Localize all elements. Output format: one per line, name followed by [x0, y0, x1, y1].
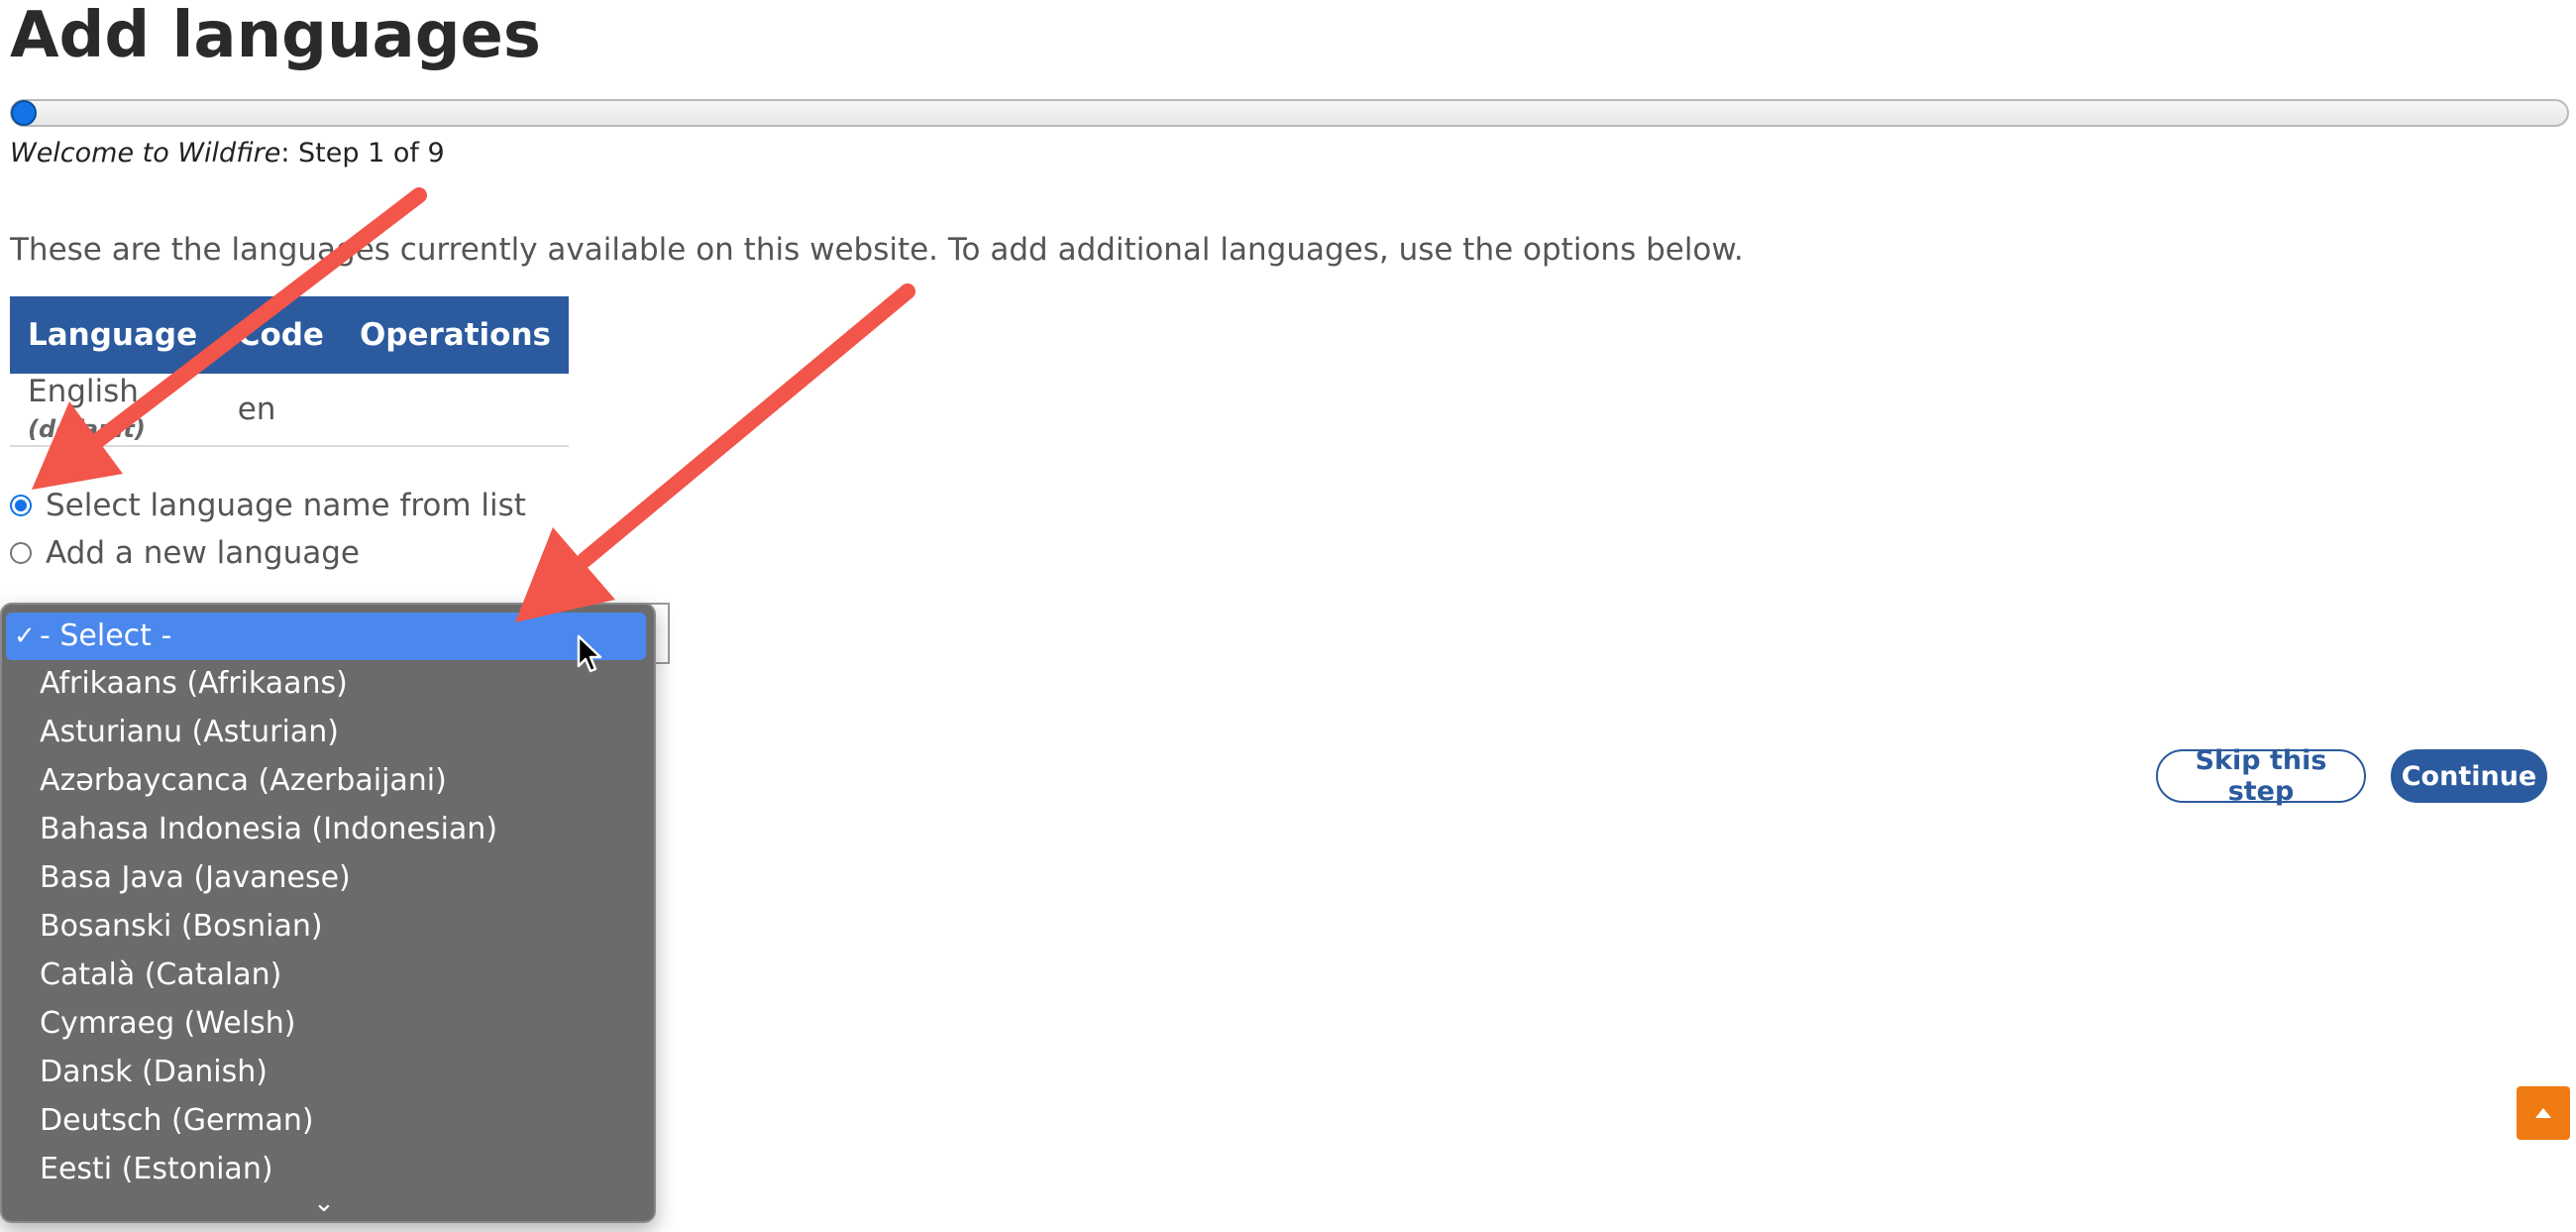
progress-indicator [11, 100, 37, 126]
table-row: English (default) en [10, 374, 569, 447]
dropdown-option[interactable]: Bahasa Indonesia (Indonesian) [6, 806, 646, 853]
option-label: - Select - [40, 618, 172, 653]
language-name: English [28, 374, 139, 409]
default-tag: (default) [28, 415, 146, 443]
column-header-language: Language [10, 296, 220, 374]
language-dropdown-list[interactable]: ✓ - Select - Afrikaans (Afrikaans) Astur… [0, 603, 656, 1223]
dropdown-option[interactable]: Basa Java (Javanese) [6, 854, 646, 902]
step-count: : Step 1 of 9 [280, 138, 445, 168]
radio-add-new-language[interactable]: Add a new language [10, 535, 360, 571]
dropdown-option[interactable]: Bosanski (Bosnian) [6, 903, 646, 951]
code-cell: en [219, 374, 342, 447]
column-header-code: Code [219, 296, 342, 374]
dropdown-option[interactable]: Eesti (Estonian) [6, 1146, 646, 1193]
radio-button-checked[interactable] [10, 495, 32, 516]
intro-text: These are the languages currently availa… [10, 232, 1744, 268]
back-to-top-button[interactable] [2517, 1086, 2570, 1140]
progress-bar [10, 99, 2569, 127]
language-cell: English (default) [10, 374, 220, 447]
skip-step-button[interactable]: Skip this step [2156, 745, 2366, 807]
dropdown-option[interactable]: Deutsch (German) [6, 1097, 646, 1145]
annotation-arrow-select [515, 283, 915, 622]
column-header-operations: Operations [341, 296, 569, 374]
operations-cell [341, 374, 569, 447]
radio-label: Add a new language [46, 535, 360, 571]
scroll-down-chevron-icon[interactable]: ⌄ [313, 1190, 335, 1216]
mouse-pointer-icon [577, 634, 602, 673]
dropdown-option[interactable]: Català (Catalan) [6, 952, 646, 999]
check-icon: ✓ [14, 621, 36, 651]
dropdown-option[interactable]: Azərbaycanca (Azerbaijani) [6, 757, 646, 805]
dropdown-option[interactable]: Afrikaans (Afrikaans) [6, 660, 646, 708]
table-header-row: Language Code Operations [10, 296, 569, 374]
radio-label: Select language name from list [46, 488, 526, 523]
radio-select-from-list[interactable]: Select language name from list [10, 488, 526, 523]
dropdown-option[interactable]: Dansk (Danish) [6, 1049, 646, 1096]
page-title: Add languages [10, 0, 541, 72]
continue-button[interactable]: Continue [2391, 749, 2547, 803]
languages-table: Language Code Operations English (defaul… [10, 296, 569, 447]
triangle-up-icon [2535, 1108, 2551, 1118]
dropdown-option[interactable]: Cymraeg (Welsh) [6, 1000, 646, 1048]
wizard-name: Welcome to Wildfire [10, 138, 281, 168]
dropdown-option[interactable]: Asturianu (Asturian) [6, 709, 646, 756]
dropdown-option-selected[interactable]: ✓ - Select - [6, 613, 646, 660]
radio-button[interactable] [10, 542, 32, 564]
step-indicator: Welcome to Wildfire: Step 1 of 9 [10, 137, 445, 170]
